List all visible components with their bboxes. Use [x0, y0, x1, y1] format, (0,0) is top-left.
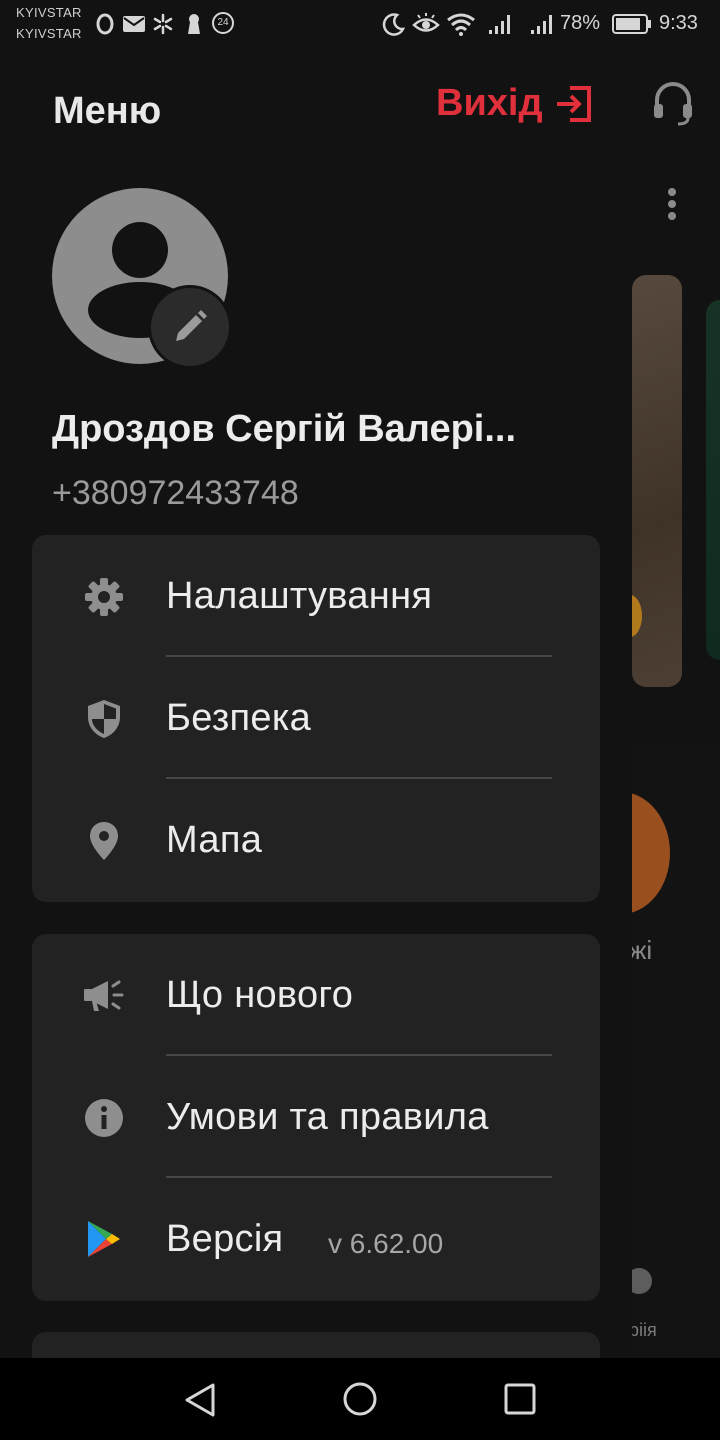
back-icon[interactable] [183, 1382, 217, 1418]
menu-group-info: Що нового Умови та правила Версія v 6.62… [32, 934, 600, 1301]
more-vert-icon [668, 188, 676, 220]
signal-icon [531, 15, 552, 34]
asterisk-icon [153, 13, 173, 35]
gear-icon [85, 578, 123, 616]
menu-item-label: Версія [166, 1218, 284, 1260]
logout-button[interactable]: Вихід [436, 82, 593, 125]
menu-group-main: Налаштування Безпека Мапа [32, 535, 600, 902]
bg-card [706, 300, 720, 660]
menu-item-security[interactable]: Безпека [32, 657, 600, 779]
menu-title: Меню [53, 90, 162, 132]
pencil-icon [176, 310, 207, 341]
menu-item-label: Безпека [166, 697, 312, 739]
menu-item-settings[interactable]: Налаштування [32, 535, 600, 657]
menu-item-label: Налаштування [166, 575, 433, 617]
play-store-icon [88, 1221, 120, 1257]
info-icon [85, 1099, 123, 1137]
bg-label: жі [632, 935, 653, 965]
bg-label: ріія [632, 1320, 657, 1340]
signal-icon [489, 15, 510, 34]
keyhole-icon [188, 14, 200, 34]
edit-avatar-button[interactable] [148, 285, 232, 369]
battery-percent: 78% [560, 12, 601, 34]
recents-icon[interactable] [504, 1383, 536, 1415]
logout-label: Вихід [436, 82, 543, 124]
opera-icon [96, 13, 114, 35]
navigation-drawer: Меню Вихід Дроздов Сергій Валері... +380… [0, 50, 632, 1412]
user-phone: +380972433748 [52, 474, 299, 512]
eye-icon [412, 13, 440, 32]
wifi-icon [447, 13, 475, 36]
mail-icon [123, 16, 145, 32]
menu-item-whats-new[interactable]: Що нового [32, 934, 600, 1056]
menu-item-label: Що нового [166, 974, 354, 1016]
moon-icon [382, 13, 406, 36]
menu-item-terms[interactable]: Умови та правила [32, 1056, 600, 1178]
menu-item-label: Мапа [166, 819, 263, 861]
badge-24-icon: 24 [212, 12, 234, 34]
system-nav-bar [0, 1358, 720, 1440]
clock: 9:33 [659, 12, 698, 34]
status-bar: KYIVSTAR KYIVSTAR 24 78% 9:33 [0, 0, 720, 50]
shield-icon [88, 700, 120, 738]
carrier-2: KYIVSTAR [16, 26, 82, 41]
menu-item-map[interactable]: Мапа [32, 779, 600, 901]
background-app: жі ріія [632, 50, 720, 1358]
carrier-1: KYIVSTAR [16, 5, 82, 20]
home-icon[interactable] [342, 1381, 378, 1417]
megaphone-icon [84, 980, 124, 1011]
battery-icon [612, 14, 651, 34]
logout-icon [556, 85, 591, 122]
version-value: v 6.62.00 [328, 1228, 444, 1259]
menu-item-label: Умови та правила [166, 1096, 489, 1138]
menu-item-version[interactable]: Версія v 6.62.00 [32, 1178, 600, 1300]
headset-icon [654, 82, 692, 126]
map-pin-icon [90, 822, 118, 860]
user-name: Дроздов Сергій Валері... [52, 408, 517, 450]
